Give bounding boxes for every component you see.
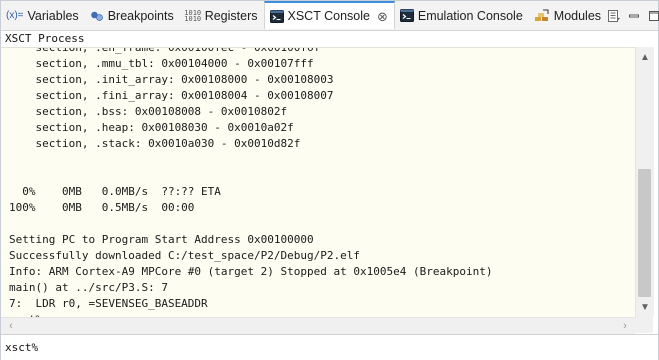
tab-emulation-console[interactable]: Emulation Console [395,1,529,30]
tab-modules[interactable]: Modules [529,1,607,30]
registers-icon-bottom: 1010 [184,14,202,23]
view-tab-bar: (x)= Variables Breakpoints 1010 1010 Reg… [1,1,659,31]
command-row: xsct% [1,334,658,360]
tab-label: Modules [553,8,602,23]
tab-breakpoints[interactable]: Breakpoints [85,1,180,30]
scroll-right-icon[interactable]: › [617,318,633,334]
scroll-left-icon[interactable]: ‹ [3,318,19,334]
tab-label: Variables [27,8,79,23]
minimize-icon[interactable] [627,9,641,23]
process-title: XSCT Process [1,31,658,47]
tab-variables[interactable]: (x)= Variables [1,1,85,30]
console-line: 7: LDR r0, =SEVENSEG_BASEADDR [9,297,208,310]
breakpoints-icon [90,10,104,22]
console-line: section, .stack: 0x0010a030 - 0x0010d82f [9,137,301,150]
scrollbar-corner [635,317,653,333]
console-line: Successfully downloaded C:/test_space/P2… [9,249,360,262]
console-line: section, .mmu_tbl: 0x00104000 - 0x00107f… [9,57,314,70]
console-line: section, .init_array: 0x00108000 - 0x001… [9,73,334,86]
xsct-console-view: (x)= Variables Breakpoints 1010 1010 Reg… [0,0,659,360]
console-line: 100% 0MB 0.5MB/s 00:00 [9,201,195,214]
console-line: Info: ARM Cortex-A9 MPCore #0 (target 2)… [9,265,493,278]
view-menu-icon[interactable] [607,9,621,23]
maximize-icon[interactable] [647,9,659,23]
vertical-scrollbar[interactable]: ▲ ▼ [635,47,654,317]
modules-icon [534,9,550,22]
close-icon[interactable]: ⊗ [377,10,388,23]
command-prompt: xsct% [5,341,39,354]
variables-icon: (x)= [6,10,24,21]
console-output[interactable]: section, .eh_frame: 0x00100fec - 0x00100… [1,47,635,318]
console-line: section, .heap: 0x00108030 - 0x0010a02f [9,121,294,134]
command-input[interactable] [38,337,658,358]
console-line: 0% 0MB 0.0MB/s ??:?? ETA [9,185,221,198]
scroll-up-icon[interactable]: ▲ [636,49,654,65]
tab-label: Registers [204,8,258,23]
tab-label: XSCT Console [287,9,370,23]
console-lines: section, .eh_frame: 0x00100fec - 0x00100… [9,47,493,318]
tab-registers[interactable]: 1010 1010 Registers [180,1,264,30]
console-line: main() at ../src/P3.S: 7 [9,281,168,294]
console-icon [269,9,284,23]
console-line: Setting PC to Program Start Address 0x00… [9,233,314,246]
console-line: section, .eh_frame: 0x00100fec - 0x00100… [9,47,321,54]
console-line: section, .bss: 0x00108008 - 0x0010802f [9,105,288,118]
scroll-down-icon[interactable]: ▼ [636,299,654,315]
horizontal-scrollbar[interactable]: ‹ › [1,317,635,334]
tab-label: Breakpoints [107,8,174,23]
registers-icon: 1010 1010 [184,9,202,23]
console-icon [399,9,414,22]
tab-xsct-console[interactable]: XSCT Console ⊗ [263,1,395,29]
console-line: section, .fini_array: 0x00108004 - 0x001… [9,89,334,102]
tab-label: Emulation Console [417,8,523,23]
vertical-scroll-thumb[interactable] [638,169,651,297]
view-controls [607,1,659,30]
